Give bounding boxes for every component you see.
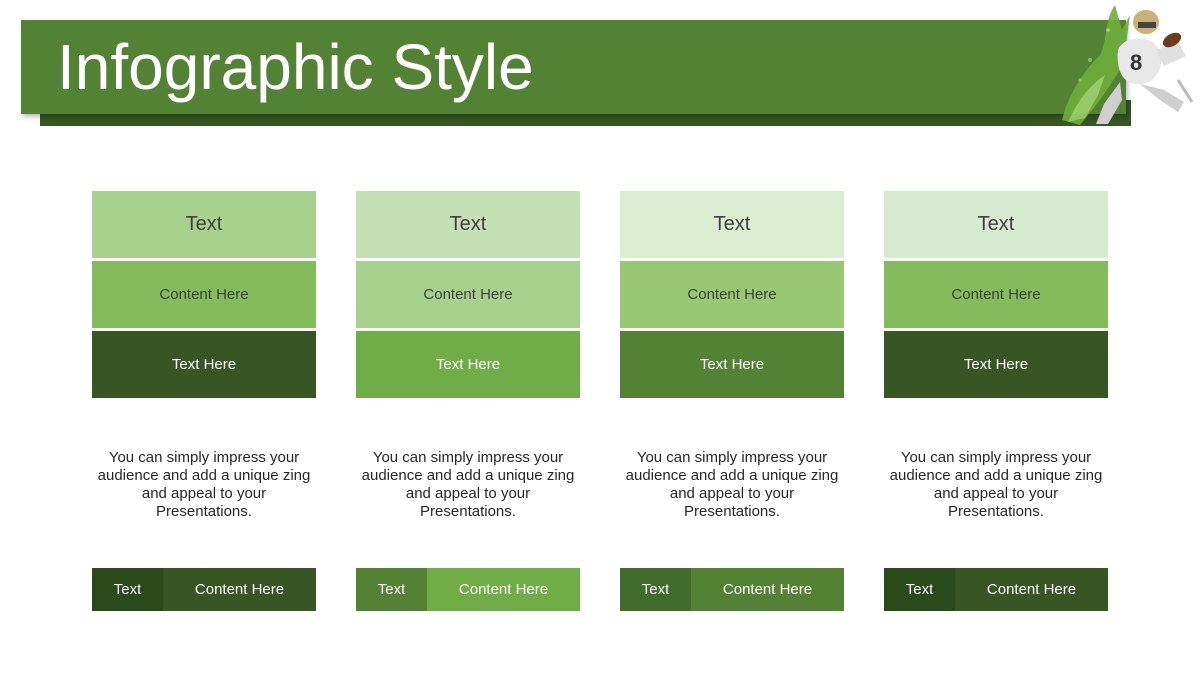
column-1-header: Text [92,191,316,258]
column-3: Text Content Here Text Here [620,191,844,401]
slide-title: Infographic Style [57,31,534,103]
column-3-label: Text Here [620,331,844,398]
column-3-bar: Text Content Here [620,568,844,611]
column-4-description: You can simply impress your audience and… [889,449,1103,520]
column-2-bar-right: Content Here [427,568,580,611]
column-1-bar-left: Text [92,568,163,611]
column-2-description: You can simply impress your audience and… [361,449,575,520]
column-3-sub: Content Here [620,261,844,328]
column-2-sub: Content Here [356,261,580,328]
column-4-header: Text [884,191,1108,258]
title-bar: Infographic Style [21,20,1126,114]
football-player-image: 8 [1062,5,1194,125]
column-1-label: Text Here [92,331,316,398]
column-3-bar-right: Content Here [691,568,844,611]
column-4-bar-right: Content Here [955,568,1108,611]
column-4-sub: Content Here [884,261,1108,328]
column-2-bar-left: Text [356,568,427,611]
column-4-bar-left: Text [884,568,955,611]
column-2-header: Text [356,191,580,258]
column-1-description: You can simply impress your audience and… [97,449,311,520]
column-1-sub: Content Here [92,261,316,328]
column-2: Text Content Here Text Here [356,191,580,401]
column-2-label: Text Here [356,331,580,398]
column-3-header: Text [620,191,844,258]
column-2-bar: Text Content Here [356,568,580,611]
column-1-bar-right: Content Here [163,568,316,611]
column-3-description: You can simply impress your audience and… [625,449,839,520]
column-1: Text Content Here Text Here [92,191,316,401]
column-4-label: Text Here [884,331,1108,398]
svg-text:8: 8 [1130,50,1142,75]
column-3-bar-left: Text [620,568,691,611]
column-4: Text Content Here Text Here [884,191,1108,401]
column-4-bar: Text Content Here [884,568,1108,611]
column-1-bar: Text Content Here [92,568,316,611]
